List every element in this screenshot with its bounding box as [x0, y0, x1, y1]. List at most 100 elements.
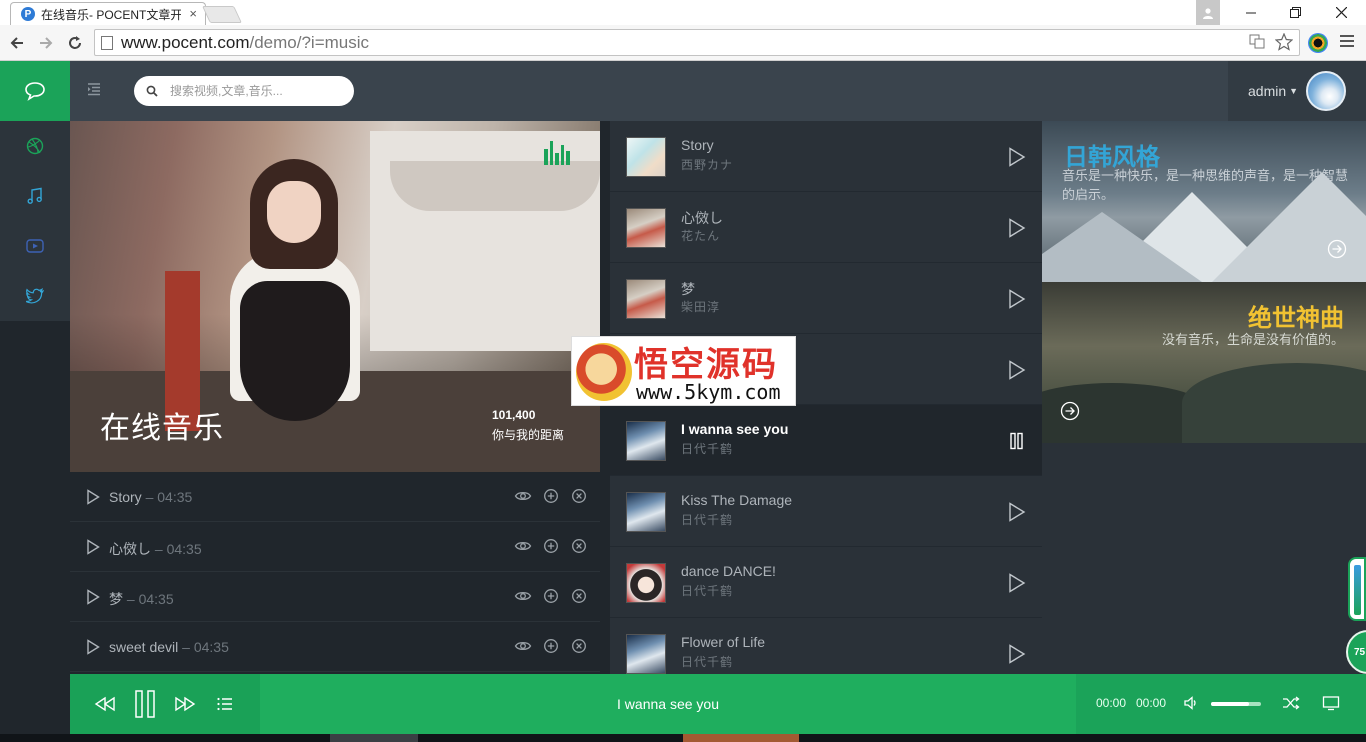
- new-tab-button[interactable]: [202, 6, 242, 23]
- remove-icon[interactable]: [570, 538, 588, 554]
- album-title: 在线音乐: [100, 411, 224, 446]
- user-menu[interactable]: admin ▼: [1228, 61, 1366, 121]
- sidebar-item-twitter[interactable]: [0, 271, 70, 321]
- play-icon[interactable]: [1008, 573, 1026, 593]
- add-icon[interactable]: [542, 638, 560, 654]
- play-icon[interactable]: [86, 489, 100, 505]
- restore-window-button[interactable]: [1272, 0, 1318, 25]
- previous-icon[interactable]: [92, 674, 118, 734]
- close-window-button[interactable]: [1318, 0, 1364, 25]
- dribbble-icon: [26, 137, 44, 155]
- back-button[interactable]: [5, 31, 29, 55]
- arrow-right-icon[interactable]: [1060, 401, 1080, 421]
- song-artist: 西野カナ: [681, 158, 734, 172]
- feature-card-2[interactable]: 绝世神曲 没有音乐，生命是没有价值的。: [1042, 282, 1366, 443]
- song-row[interactable]: 心傚し 花たん: [610, 192, 1042, 263]
- song-row-active[interactable]: I wanna see you 日代千鹤: [610, 405, 1042, 476]
- play-icon[interactable]: [1008, 289, 1026, 309]
- view-icon[interactable]: [514, 538, 532, 554]
- play-icon[interactable]: [1008, 147, 1026, 167]
- song-thumbnail: [626, 563, 666, 603]
- view-icon[interactable]: [514, 488, 532, 504]
- play-icon[interactable]: [86, 539, 100, 555]
- search-input[interactable]: [170, 84, 340, 98]
- taskbar-item[interactable]: [330, 734, 418, 742]
- song-artist: 日代千鹤: [681, 584, 734, 598]
- album-photo-face: [267, 181, 321, 243]
- sidebar-item-music[interactable]: [0, 171, 70, 221]
- song-row[interactable]: Kiss The Damage 日代千鹤: [610, 476, 1042, 547]
- song-thumbnail: [626, 279, 666, 319]
- view-icon[interactable]: [514, 638, 532, 654]
- add-icon[interactable]: [542, 538, 560, 554]
- sidebar-item-video[interactable]: [0, 221, 70, 271]
- sidebar-toggle-icon[interactable]: [86, 81, 108, 101]
- playlist-item-title: 心傚し – 04:35: [109, 541, 202, 557]
- song-artist: 日代千鹤: [681, 442, 734, 456]
- playlist-item[interactable]: 心傚し – 04:35: [70, 522, 600, 572]
- sidebar-item-dribbble[interactable]: [0, 121, 70, 171]
- tab-close-icon[interactable]: ×: [189, 6, 197, 21]
- volume-icon[interactable]: [1183, 695, 1199, 711]
- play-icon[interactable]: [86, 589, 100, 605]
- minimize-window-button[interactable]: [1228, 0, 1274, 25]
- tab-title: 在线音乐- POCENT文章开: [41, 7, 181, 22]
- play-icon[interactable]: [1008, 644, 1026, 664]
- feature-card-1[interactable]: 日韩风格 音乐是一种快乐，是一种思维的声音，是一种智慧的启示。: [1042, 121, 1366, 282]
- caret-down-icon[interactable]: ▼: [1289, 86, 1298, 96]
- song-thumbnail: [626, 208, 666, 248]
- add-icon[interactable]: [542, 588, 560, 604]
- user-name[interactable]: admin: [1248, 83, 1286, 99]
- player-options: 00:00 00:00: [1076, 674, 1366, 734]
- song-title: Kiss The Damage: [681, 492, 793, 508]
- playlist-item[interactable]: 梦 – 04:35: [70, 572, 600, 622]
- bookmark-star-icon[interactable]: [1275, 33, 1293, 51]
- play-icon[interactable]: [1008, 502, 1026, 522]
- page-icon: [101, 35, 113, 50]
- remove-icon[interactable]: [570, 488, 588, 504]
- mountain-shape: [1042, 212, 1202, 282]
- browser-profile-icon[interactable]: [1196, 0, 1220, 25]
- arrow-right-icon[interactable]: [1327, 239, 1347, 259]
- playlist-item[interactable]: sweet devil – 04:35: [70, 622, 600, 672]
- shuffle-icon[interactable]: [1282, 695, 1300, 711]
- song-row[interactable]: Story 西野カナ: [610, 121, 1042, 192]
- song-row[interactable]: dance DANCE! 日代千鹤: [610, 547, 1042, 618]
- avatar[interactable]: [1306, 71, 1346, 111]
- browser-tab[interactable]: P 在线音乐- POCENT文章开 ×: [10, 2, 206, 25]
- pause-icon[interactable]: [1008, 431, 1026, 451]
- forward-button[interactable]: [34, 31, 58, 55]
- song-title: dance DANCE!: [681, 563, 776, 579]
- add-icon[interactable]: [542, 488, 560, 504]
- album-photo-awning: [390, 161, 600, 211]
- playlist-item-title: Story – 04:35: [109, 489, 193, 505]
- translate-icon[interactable]: [1249, 33, 1265, 51]
- playlist-item[interactable]: Story – 04:35: [70, 472, 600, 522]
- browser-menu-icon[interactable]: [1340, 34, 1354, 48]
- play-icon[interactable]: [1008, 218, 1026, 238]
- playlist-toggle-icon[interactable]: [214, 674, 236, 734]
- volume-slider[interactable]: [1211, 702, 1261, 706]
- address-bar[interactable]: www.pocent.com/demo/?i=music: [94, 29, 1300, 56]
- play-icon[interactable]: [86, 639, 100, 655]
- now-playing-title: I wanna see you: [617, 696, 719, 712]
- reload-button[interactable]: [63, 31, 87, 55]
- taskbar-item[interactable]: [683, 734, 799, 742]
- play-icon[interactable]: [1008, 360, 1026, 380]
- next-icon[interactable]: [172, 674, 198, 734]
- view-icon[interactable]: [514, 588, 532, 604]
- song-title: Flower of Life: [681, 634, 766, 650]
- song-row[interactable]: 梦 柴田淳: [610, 263, 1042, 334]
- remove-icon[interactable]: [570, 638, 588, 654]
- song-title: I wanna see you: [681, 421, 789, 437]
- logo-chat-icon[interactable]: [0, 61, 70, 121]
- side-float-widget[interactable]: [1348, 557, 1366, 621]
- fullscreen-toggle-icon[interactable]: [1322, 695, 1340, 711]
- time-total: 00:00: [1136, 696, 1167, 710]
- extension-icon[interactable]: [1308, 33, 1328, 53]
- remove-icon[interactable]: [570, 588, 588, 604]
- pause-icon[interactable]: [132, 674, 158, 734]
- song-row[interactable]: Flower of Life 日代千鹤: [610, 618, 1042, 674]
- now-playing: I wanna see you: [260, 674, 1076, 734]
- app-header: admin ▼: [0, 61, 1366, 121]
